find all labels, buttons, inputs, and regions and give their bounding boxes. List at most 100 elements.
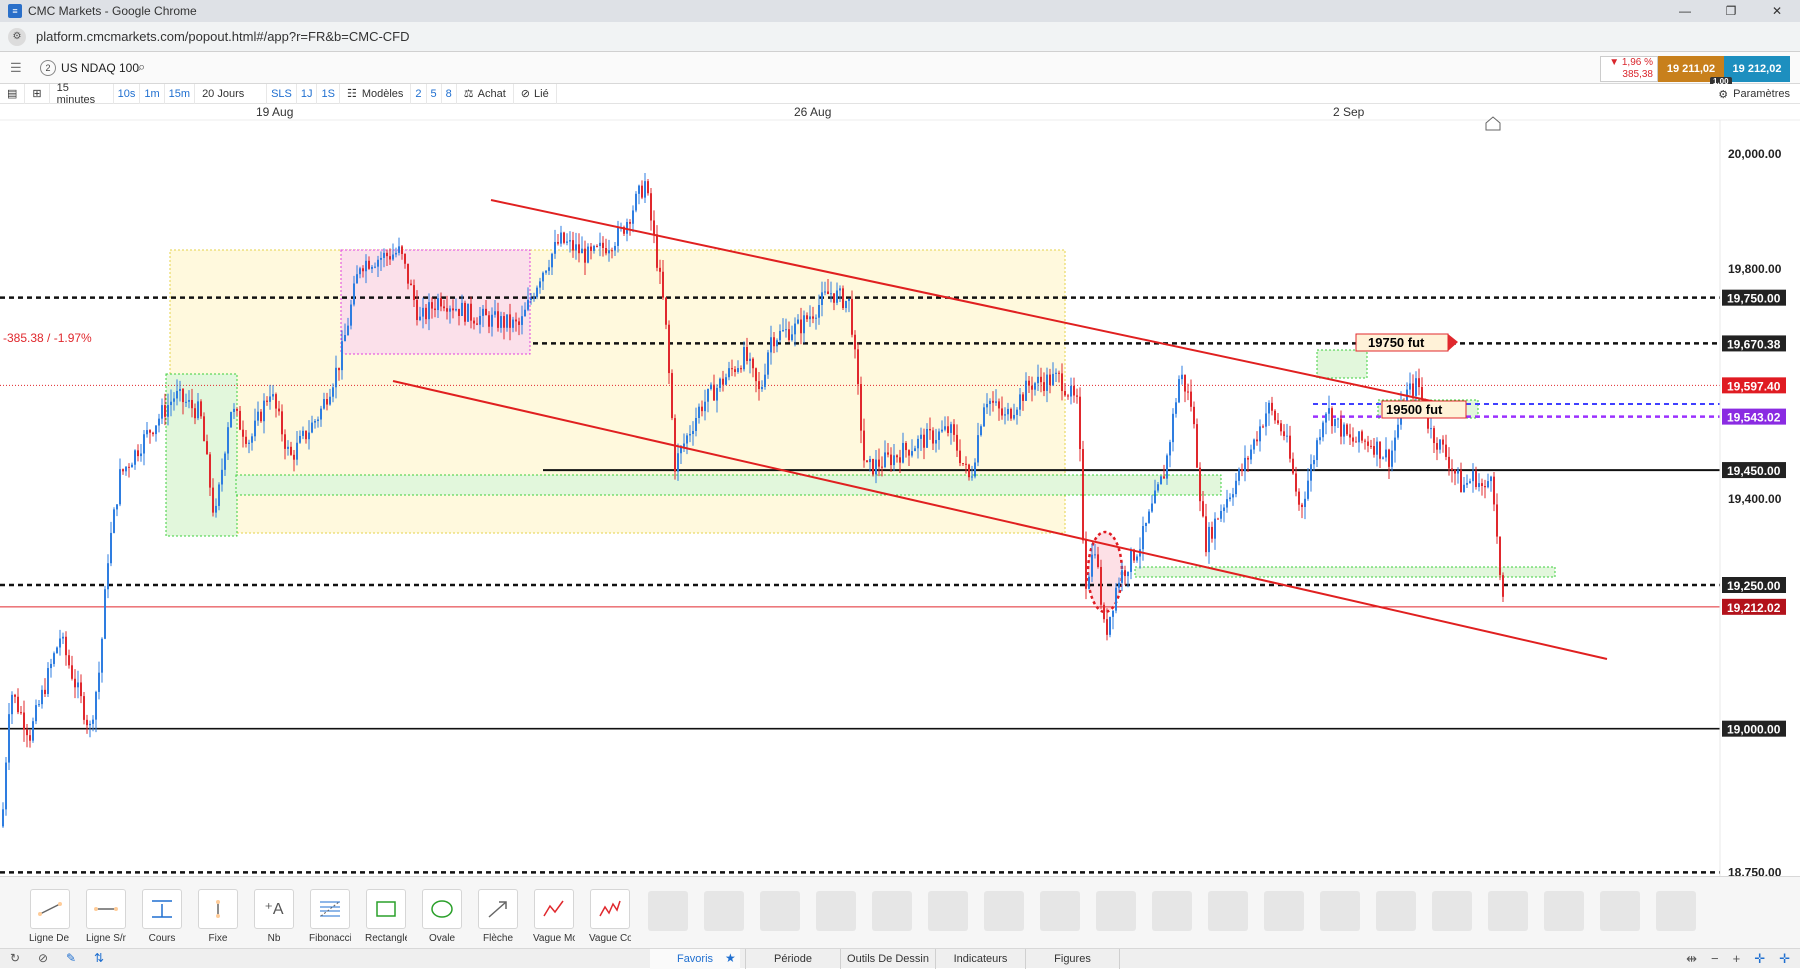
tab-figures[interactable]: Figures: [1025, 949, 1120, 969]
candle: [746, 347, 748, 361]
empty-tool-slot[interactable]: [1544, 891, 1584, 931]
candle: [1370, 445, 1372, 447]
interval-15m[interactable]: 15m: [165, 83, 196, 104]
range-sls[interactable]: SLS: [267, 83, 297, 104]
candle: [266, 400, 268, 402]
empty-tool-slot[interactable]: [704, 891, 744, 931]
chart-canvas[interactable]: 19750 fut 19500 fut -385.38 / -1.97% 20,000…: [0, 104, 1800, 876]
grid-icon[interactable]: ⊞: [25, 83, 50, 104]
interval-1m[interactable]: 1m: [140, 83, 165, 104]
search-icon[interactable]: ⌕: [138, 59, 145, 75]
buy-ticket-button[interactable]: ⚖ Achat: [457, 83, 514, 104]
url-text[interactable]: platform.cmcmarkets.com/popout.html#/app…: [36, 29, 410, 44]
candle: [341, 341, 343, 371]
close-button[interactable]: ✕: [1754, 0, 1800, 22]
candle: [1196, 424, 1198, 468]
wave-tool[interactable]: Vague Mo...: [533, 889, 575, 944]
empty-tool-slot[interactable]: [1656, 891, 1696, 931]
interval-10s[interactable]: 10s: [114, 83, 141, 104]
candle: [1253, 439, 1255, 450]
refresh-icon[interactable]: ↻: [10, 951, 20, 965]
empty-tool-slot[interactable]: [1320, 891, 1360, 931]
swap-icon[interactable]: ⇅: [94, 951, 104, 965]
maximize-button[interactable]: ❐: [1708, 0, 1754, 22]
fixed-icon: [198, 889, 238, 929]
candle: [1340, 418, 1342, 437]
empty-tool-slot[interactable]: [984, 891, 1024, 931]
rectangle-tool[interactable]: Rectangle: [365, 889, 407, 944]
candle: [1193, 406, 1195, 425]
interval-select[interactable]: 15 minutes: [50, 82, 114, 106]
empty-tool-slot[interactable]: [872, 891, 912, 931]
tab-outils-de-dessin[interactable]: Outils De Dessin: [840, 949, 935, 969]
empty-tool-slot[interactable]: [648, 891, 688, 931]
candle: [221, 469, 223, 485]
range-select[interactable]: 20 Jours: [195, 83, 268, 104]
empty-tool-slot[interactable]: [1376, 891, 1416, 931]
empty-tool-slot[interactable]: [1040, 891, 1080, 931]
crosshair-icon[interactable]: ✛: [1754, 951, 1765, 967]
candle: [1190, 391, 1192, 407]
candle: [995, 401, 997, 403]
range-1j[interactable]: 1J: [297, 83, 318, 104]
empty-tool-slot[interactable]: [760, 891, 800, 931]
candle: [1499, 536, 1501, 576]
price-tool[interactable]: Cours: [141, 889, 183, 944]
wave2-tool[interactable]: Vague Co...: [589, 889, 631, 944]
fit-icon[interactable]: ⇹: [1686, 951, 1697, 967]
models-button[interactable]: ☷ Modèles: [340, 83, 412, 104]
star-icon[interactable]: ★: [725, 951, 736, 965]
empty-tool-slot[interactable]: [1096, 891, 1136, 931]
fibonacci-tool[interactable]: Fibonacci: [309, 889, 351, 944]
candle: [701, 406, 703, 412]
candle: [1394, 437, 1396, 451]
empty-tool-slot[interactable]: [928, 891, 968, 931]
empty-tool-slot[interactable]: [1488, 891, 1528, 931]
empty-tool-slot[interactable]: [1152, 891, 1192, 931]
tab-periode[interactable]: Période: [745, 949, 840, 969]
candle: [89, 723, 91, 726]
menu-icon[interactable]: ☰: [10, 60, 22, 76]
wave-icon: [534, 889, 574, 929]
model-8[interactable]: 8: [442, 83, 457, 104]
model-2[interactable]: 2: [411, 83, 427, 104]
candle: [305, 430, 307, 440]
candle: [1055, 372, 1057, 374]
buy-button[interactable]: 19 212,02 1,00: [1710, 56, 1790, 86]
line-tool[interactable]: Ligne De ...: [29, 889, 71, 944]
address-bar[interactable]: ⚙ platform.cmcmarkets.com/popout.html#/a…: [0, 22, 1800, 52]
settings-button[interactable]: ⚙ Paramètres: [1718, 84, 1790, 104]
text-tool[interactable]: ⁺A Nb: [253, 889, 295, 944]
site-info-icon[interactable]: ⚙: [8, 27, 26, 46]
hline-tool[interactable]: Ligne S/r: [85, 889, 127, 944]
minimize-button[interactable]: —: [1662, 0, 1708, 22]
tab-indicateurs[interactable]: Indicateurs: [935, 949, 1025, 969]
crosshair-alt-icon[interactable]: ✛: [1779, 951, 1790, 967]
hline-icon: [86, 889, 126, 929]
candle: [977, 435, 979, 463]
empty-tool-slot[interactable]: [1208, 891, 1248, 931]
linked-button[interactable]: ⊘ Lié: [514, 83, 557, 104]
candle: [1472, 471, 1474, 482]
price-chart[interactable]: 19750 fut 19500 fut -385.38 / -1.97% 20,000…: [0, 104, 1800, 876]
zoom-in-icon[interactable]: +: [1733, 951, 1741, 967]
model-5[interactable]: 5: [427, 83, 442, 104]
cancel-icon[interactable]: ⊘: [38, 951, 48, 965]
fixed-tool[interactable]: Fixe: [197, 889, 239, 944]
empty-tool-slot[interactable]: [816, 891, 856, 931]
candle: [1124, 570, 1126, 577]
instrument-name[interactable]: US NDAQ 100: [61, 61, 139, 75]
candle: [1433, 428, 1435, 444]
zoom-out-icon[interactable]: −: [1711, 951, 1719, 967]
range-1s[interactable]: 1S: [317, 83, 340, 104]
layout-icon[interactable]: ▤: [0, 83, 26, 104]
pencil-icon[interactable]: ✎: [66, 951, 76, 965]
candle: [875, 459, 877, 475]
oval-tool[interactable]: Ovale: [421, 889, 463, 944]
candle: [284, 434, 286, 449]
candle: [17, 696, 19, 713]
empty-tool-slot[interactable]: [1432, 891, 1472, 931]
empty-tool-slot[interactable]: [1264, 891, 1304, 931]
empty-tool-slot[interactable]: [1600, 891, 1640, 931]
arrow-tool[interactable]: Flèche: [477, 889, 519, 944]
